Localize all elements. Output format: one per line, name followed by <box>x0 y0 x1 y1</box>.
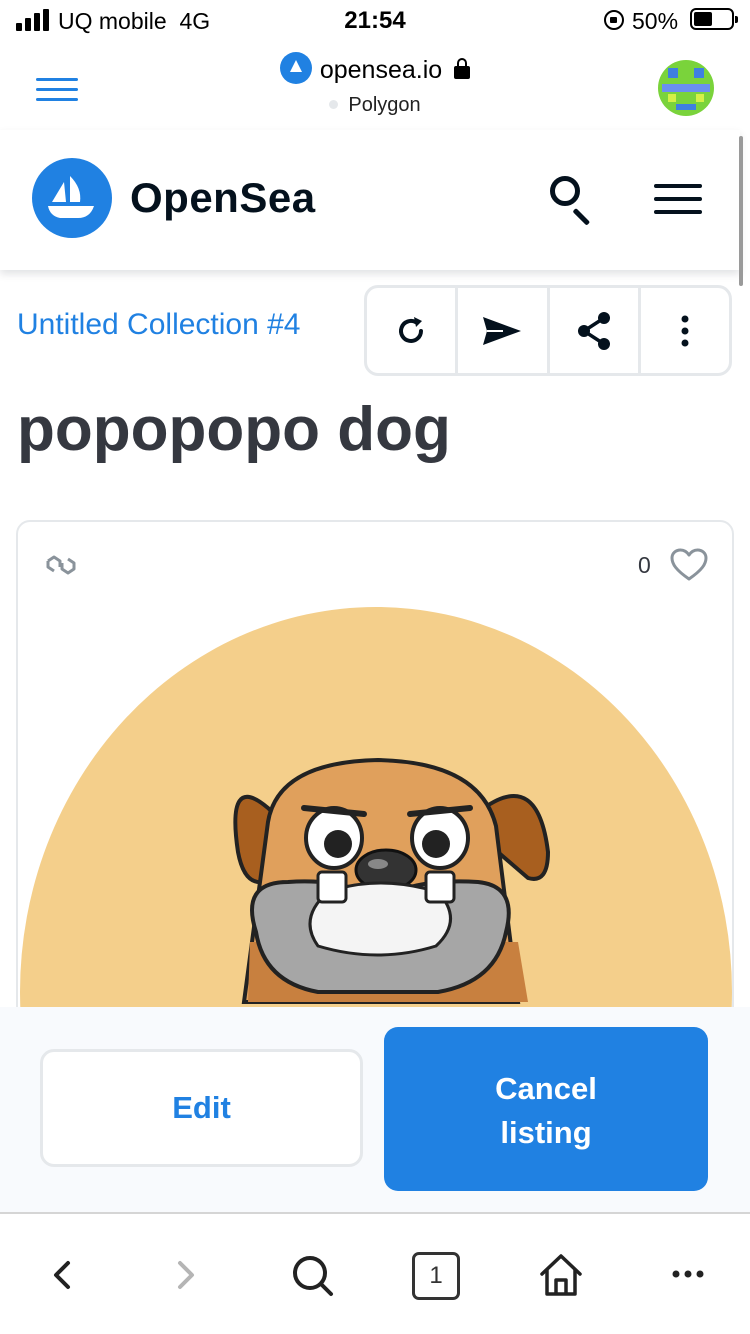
scrollbar[interactable] <box>739 136 743 286</box>
home-button[interactable] <box>536 1250 586 1300</box>
browser-search-icon <box>293 1256 333 1296</box>
listing-action-bar: Edit Cancel listing <box>0 1007 750 1212</box>
rotation-lock-icon <box>604 10 624 30</box>
browser-toolbar: 1 <box>0 1212 750 1334</box>
browser-search-button[interactable] <box>288 1250 338 1300</box>
back-button[interactable] <box>48 1250 98 1300</box>
back-icon <box>54 1261 70 1289</box>
network-indicator: Polygon <box>0 94 750 117</box>
forward-icon <box>178 1261 194 1289</box>
brand-name[interactable]: OpenSea <box>130 174 316 222</box>
url-display[interactable]: opensea.io <box>0 52 750 85</box>
opensea-favicon-icon <box>279 52 312 84</box>
browser-more-button[interactable] <box>664 1250 714 1300</box>
favorites-count: 0 <box>638 552 651 578</box>
more-vertical-icon <box>681 315 689 346</box>
forward-button[interactable] <box>170 1250 220 1300</box>
collection-link[interactable]: Untitled Collection #4 <box>17 308 301 342</box>
refresh-icon <box>399 316 424 343</box>
search-icon[interactable] <box>548 174 598 224</box>
battery-icon <box>690 8 738 30</box>
home-icon <box>540 1254 582 1296</box>
share-button[interactable] <box>550 288 641 373</box>
opensea-logo-icon[interactable] <box>32 158 112 238</box>
menu-icon[interactable] <box>654 184 702 216</box>
status-bar: UQ mobile 4G 21:54 50% <box>0 0 750 40</box>
refresh-button[interactable] <box>367 288 459 373</box>
more-options-button[interactable] <box>641 288 729 373</box>
item-action-group <box>364 285 732 376</box>
transfer-button[interactable] <box>458 288 550 373</box>
item-media-card: 0 <box>16 520 734 1080</box>
polygon-chain-icon <box>46 555 76 575</box>
battery-percentage: 50% <box>632 8 679 34</box>
network-label: Polygon <box>348 94 421 116</box>
heart-icon[interactable] <box>670 548 708 582</box>
share-icon <box>577 311 610 350</box>
wallet-avatar[interactable] <box>658 60 714 116</box>
url-domain: opensea.io <box>319 56 443 84</box>
network-dot <box>329 100 339 109</box>
edit-button[interactable]: Edit <box>40 1049 363 1167</box>
tabs-button[interactable]: 1 <box>412 1252 460 1300</box>
send-icon <box>483 316 522 345</box>
cancel-listing-label-line2: listing <box>500 1115 592 1150</box>
lock-icon <box>454 58 471 79</box>
cancel-listing-button[interactable]: Cancel listing <box>384 1027 708 1191</box>
site-header: OpenSea <box>0 130 740 270</box>
item-title: popopopo dog <box>17 395 451 464</box>
cancel-listing-label-line1: Cancel <box>495 1071 597 1106</box>
browser-address-bar: opensea.io Polygon <box>0 40 750 130</box>
more-horizontal-icon <box>672 1270 704 1278</box>
